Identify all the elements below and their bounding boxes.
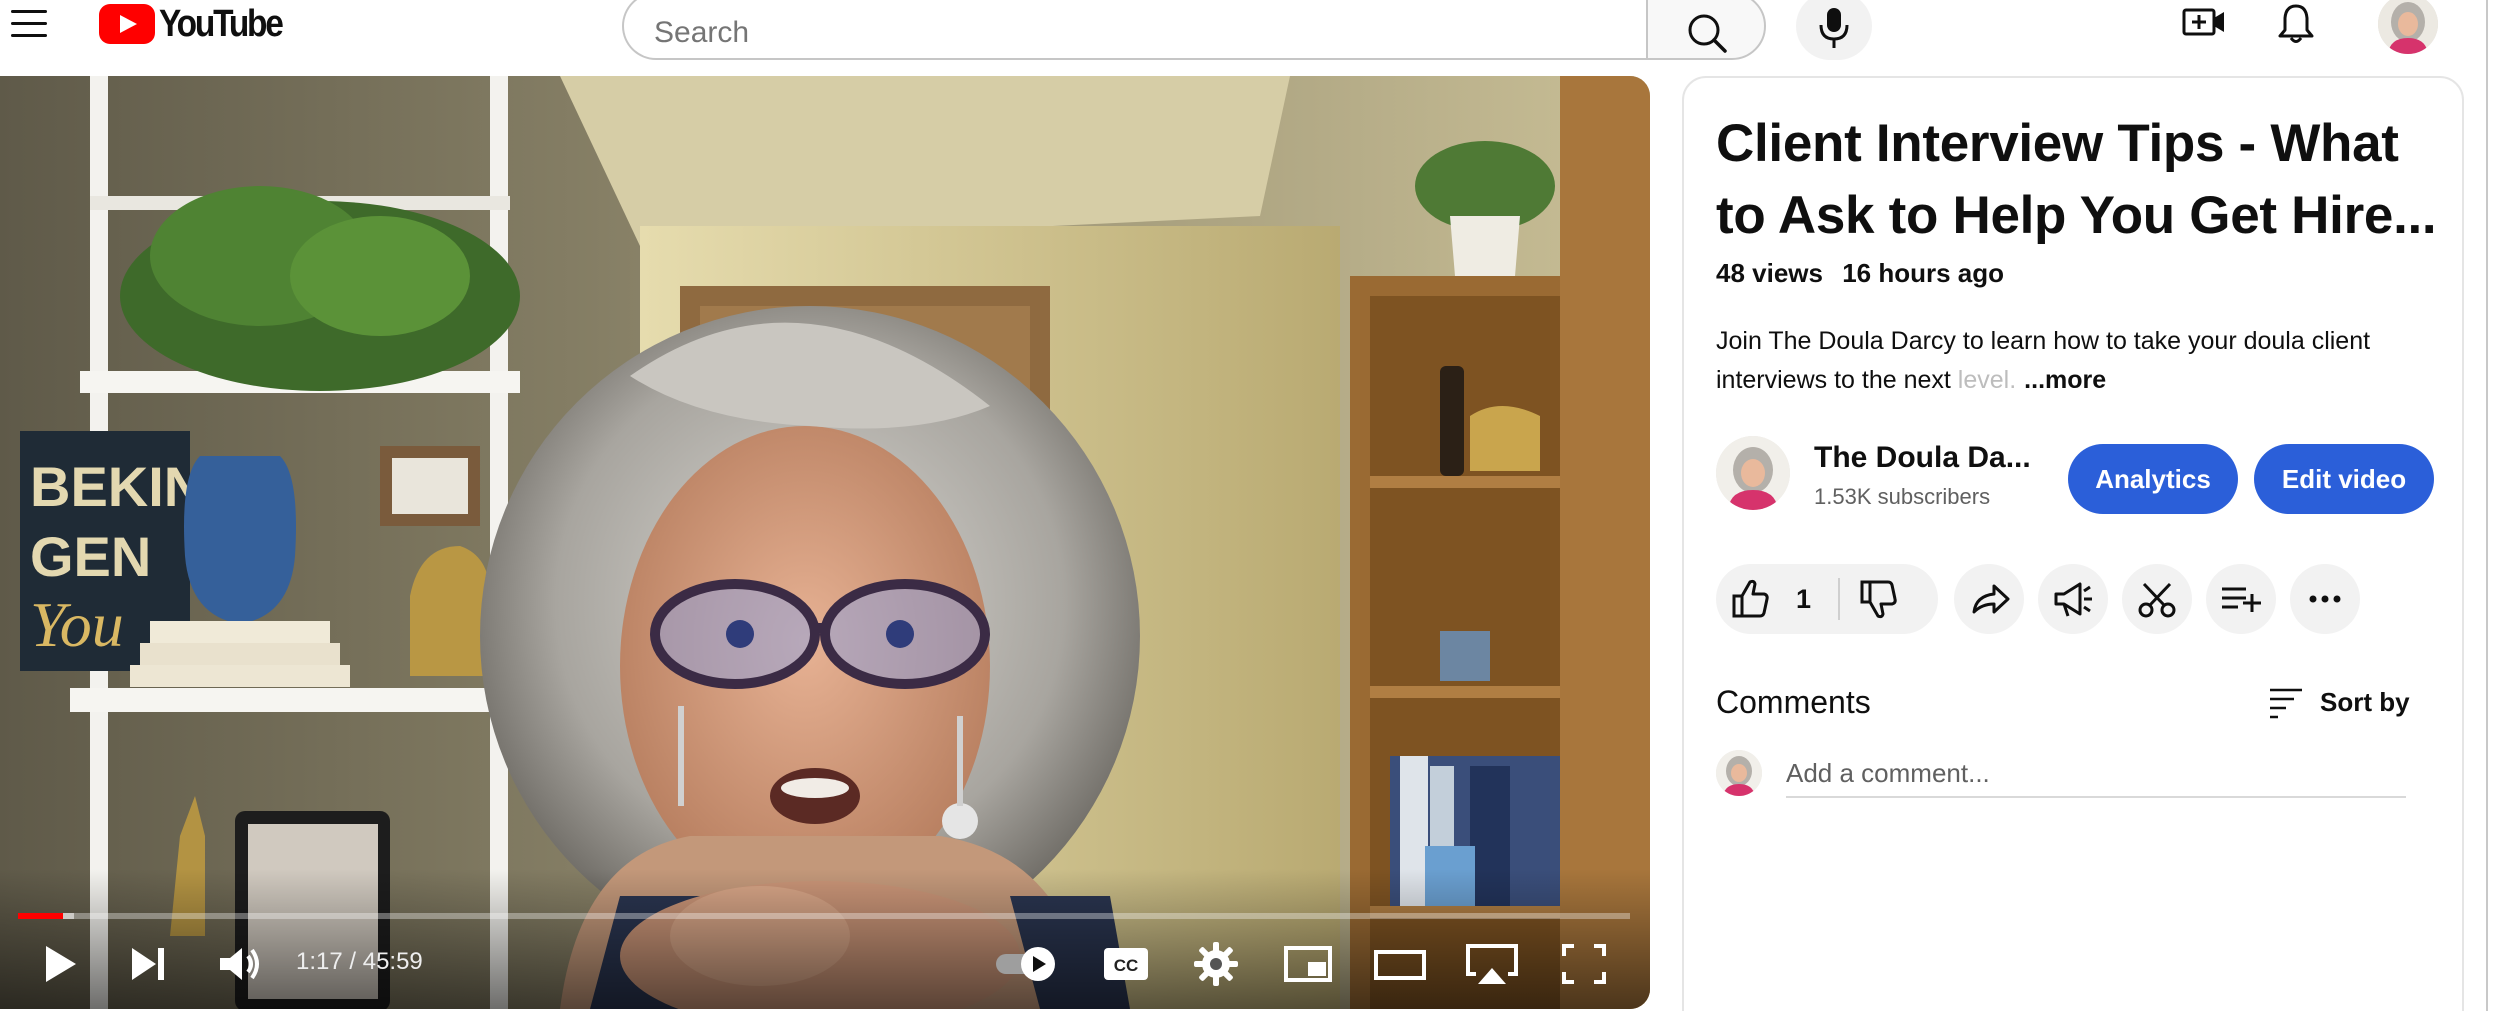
- svg-text:You: You: [30, 589, 124, 660]
- save-to-playlist-icon: [2222, 587, 2261, 612]
- settings-gear-icon: [1194, 942, 1238, 986]
- create-video-icon: [2182, 8, 2224, 36]
- youtube-logo[interactable]: YouTube: [99, 2, 298, 46]
- miniplayer-icon: [1284, 946, 1332, 982]
- airplay-icon: [1466, 944, 1518, 984]
- sort-by-label: Sort by: [2320, 686, 2410, 717]
- video-title: Client Interview Tips - What to Ask to H…: [1716, 108, 2437, 252]
- clip-icon: [2138, 582, 2176, 618]
- account-avatar[interactable]: [2378, 0, 2438, 54]
- view-count: 48 views: [1716, 258, 1823, 288]
- menu-icon[interactable]: [8, 6, 52, 40]
- like-button[interactable]: 1: [1716, 564, 1838, 634]
- next-button[interactable]: [118, 934, 178, 994]
- settings-button[interactable]: [1186, 934, 1246, 994]
- video-details-panel: Client Interview Tips - What to Ask to H…: [1682, 76, 2464, 1011]
- notifications-bell-icon: [2278, 4, 2314, 43]
- video-description[interactable]: Join The Doula Darcy to learn how to tak…: [1716, 322, 2456, 400]
- play-button[interactable]: [30, 934, 90, 994]
- channel-name[interactable]: The Doula Da...: [1814, 441, 2031, 475]
- captions-button[interactable]: CC: [1096, 934, 1156, 994]
- create-button[interactable]: [2174, 0, 2234, 48]
- subscriber-count: 1.53K subscribers: [1814, 484, 1991, 509]
- comments-heading: Comments: [1716, 684, 1871, 720]
- fullscreen-button[interactable]: [1554, 934, 1614, 994]
- like-count: 1: [1796, 584, 1812, 614]
- search-bar: [622, 0, 1766, 60]
- like-icon: [1732, 579, 1769, 618]
- share-button[interactable]: [1954, 564, 2024, 634]
- time-display: 1:17 / 45:59: [296, 948, 423, 975]
- microphone-icon: [1819, 8, 1849, 48]
- commenter-avatar-image: [1716, 750, 1762, 796]
- channel-avatar[interactable]: [1716, 436, 1790, 510]
- clip-button[interactable]: [2122, 564, 2192, 634]
- video-title-line-2: to Ask to Help You Get Hire...: [1716, 186, 2437, 245]
- dislike-button[interactable]: [1840, 564, 1938, 634]
- video-meta: 48 views 16 hours ago: [1716, 258, 2004, 289]
- captions-icon: CC: [1104, 948, 1148, 980]
- autoplay-toggle-icon: [996, 947, 1055, 981]
- airplay-button[interactable]: [1462, 934, 1522, 994]
- sort-icon: [2270, 688, 2302, 719]
- svg-text:GEN: GEN: [30, 525, 151, 588]
- play-icon: [46, 946, 76, 982]
- description-faded-text: level.: [1957, 366, 2017, 394]
- search-button[interactable]: [1646, 0, 1766, 60]
- sort-by-button[interactable]: Sort by: [2266, 680, 2410, 724]
- like-dislike-group: 1: [1716, 564, 1938, 634]
- next-icon: [132, 948, 164, 980]
- scrollbar-track[interactable]: [2486, 0, 2488, 1011]
- notifications-button[interactable]: [2266, 0, 2326, 48]
- logo-text: YouTube: [159, 2, 284, 45]
- description-more-link[interactable]: ...more: [2024, 366, 2106, 394]
- promote-icon: [2054, 582, 2092, 617]
- save-button[interactable]: [2206, 564, 2276, 634]
- add-comment-input[interactable]: [1786, 750, 2406, 798]
- search-input[interactable]: [622, 0, 1646, 60]
- video-player[interactable]: BEKIN GEN You 1:17 / 45:59 CC: [0, 76, 1650, 1009]
- commenter-avatar: [1716, 750, 1762, 796]
- volume-button[interactable]: [208, 934, 268, 994]
- top-bar: YouTube: [0, 0, 2500, 75]
- captions-label: CC: [1114, 956, 1139, 975]
- analytics-button[interactable]: Analytics: [2068, 444, 2238, 514]
- more-icon: [2309, 595, 2341, 603]
- progress-bar[interactable]: [18, 913, 1630, 919]
- dislike-icon: [1860, 580, 1897, 619]
- autoplay-toggle[interactable]: [990, 934, 1066, 994]
- progress-played: [18, 913, 64, 919]
- miniplayer-button[interactable]: [1278, 934, 1338, 994]
- theater-mode-button[interactable]: [1370, 934, 1430, 994]
- youtube-play-logo-icon: [99, 4, 155, 44]
- promote-button[interactable]: [2038, 564, 2108, 634]
- fullscreen-icon: [1562, 944, 1606, 984]
- video-title-line-1: Client Interview Tips - What: [1716, 114, 2399, 173]
- channel-avatar-image: [1716, 436, 1790, 510]
- svg-text:BEKIN: BEKIN: [30, 455, 204, 518]
- volume-icon: [220, 948, 259, 980]
- account-avatar-image: [2378, 0, 2438, 54]
- share-icon: [1972, 584, 2010, 614]
- upload-time: 16 hours ago: [1842, 258, 2005, 288]
- edit-video-button[interactable]: Edit video: [2254, 444, 2434, 514]
- search-icon: [1688, 14, 1727, 53]
- voice-search-button[interactable]: [1796, 0, 1872, 60]
- more-actions-button[interactable]: [2290, 564, 2360, 634]
- theater-mode-icon: [1374, 950, 1426, 980]
